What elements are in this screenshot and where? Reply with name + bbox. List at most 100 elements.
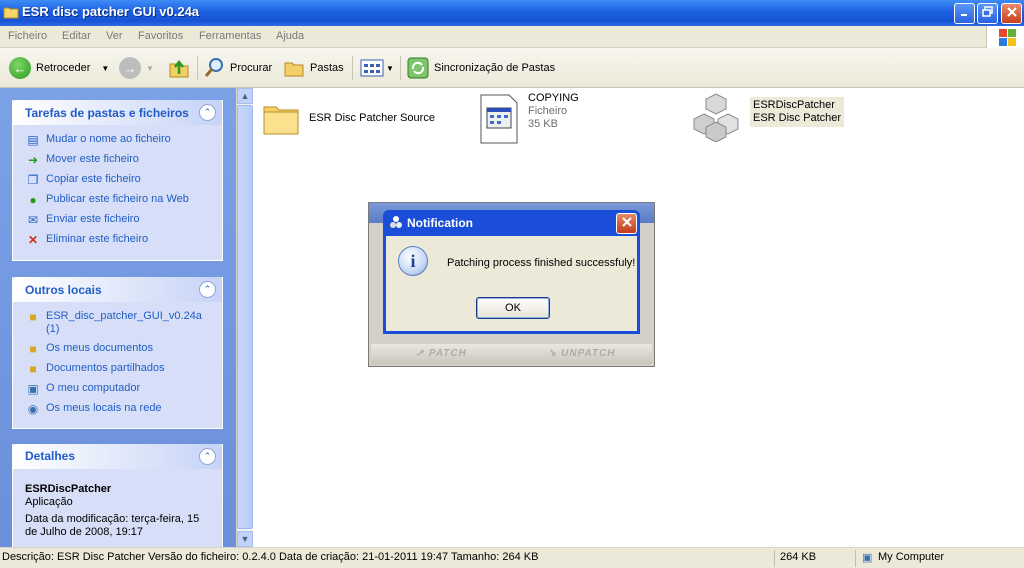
file-size: 35 KB	[528, 117, 558, 130]
windows-logo-icon	[986, 26, 1024, 48]
place-my-computer[interactable]: ▣ O meu computador	[25, 382, 212, 396]
place-computer-label[interactable]: O meu computador	[46, 382, 140, 395]
restore-icon	[982, 6, 993, 17]
task-delete-label[interactable]: Eliminar este ficheiro	[46, 233, 148, 246]
close-icon	[621, 217, 632, 227]
file-desc: ESR Disc Patcher	[753, 112, 842, 124]
place-parent-label[interactable]: ESR_disc_patcher_GUI_v0.24a (1)	[46, 310, 212, 336]
folders-button[interactable]: Pastas	[283, 56, 344, 80]
places-panel-header[interactable]: Outros locais ⌃	[13, 277, 222, 302]
delete-icon: ✕	[27, 233, 39, 247]
views-button[interactable]: ▼	[359, 56, 394, 80]
minimize-button[interactable]	[954, 3, 975, 24]
search-button[interactable]: Procurar	[203, 56, 272, 80]
scroll-down-icon[interactable]: ▼	[237, 531, 253, 547]
network-icon: ◉	[27, 402, 39, 416]
email-icon: ✉	[27, 213, 39, 227]
up-folder-button[interactable]	[168, 56, 190, 80]
task-move-label[interactable]: Mover este ficheiro	[46, 153, 139, 166]
folders-icon	[284, 62, 304, 77]
places-panel: Outros locais ⌃ ■ ESR_disc_patcher_GUI_v0…	[12, 277, 223, 429]
sync-folders-button[interactable]: Sincronização de Pastas	[407, 56, 555, 80]
place-network-label[interactable]: Os meus locais na rede	[46, 402, 162, 415]
restore-button[interactable]	[977, 3, 998, 24]
task-rename-label[interactable]: Mudar o nome ao ficheiro	[46, 133, 171, 146]
menu-ver[interactable]: Ver	[106, 30, 123, 42]
unpatch-button[interactable]: ➘ UNPATCH	[512, 344, 653, 364]
status-zone: My Computer	[878, 551, 945, 563]
status-size: 264 KB	[780, 551, 817, 563]
title-bar: ESR disc patcher GUI v0.24a	[0, 0, 1024, 26]
forward-button[interactable]: → ▼	[119, 56, 154, 80]
details-panel-title: Detalhes	[25, 449, 76, 463]
task-send-label[interactable]: Enviar este ficheiro	[46, 213, 140, 226]
app-cubes-icon	[693, 93, 739, 142]
close-icon	[1006, 7, 1017, 17]
folder-icon	[263, 106, 299, 135]
file-name: COPYING	[528, 91, 579, 104]
status-bar: Descrição: ESR Disc Patcher Versão do fi…	[0, 547, 1024, 568]
back-arrow-icon: ←	[9, 57, 31, 79]
task-copy-label[interactable]: Copiar este ficheiro	[46, 173, 141, 186]
details-name: ESRDiscPatcher	[25, 483, 112, 495]
ok-button[interactable]: OK	[476, 297, 550, 319]
file-name: ESRDiscPatcher	[753, 99, 835, 111]
details-panel: Detalhes ⌃ ESRDiscPatcher Aplicação Data…	[12, 444, 223, 547]
folder-icon	[3, 7, 19, 19]
patch-label: PATCH	[428, 348, 467, 359]
views-icon	[360, 59, 384, 77]
menu-ajuda[interactable]: Ajuda	[276, 30, 304, 42]
window-title: ESR disc patcher GUI v0.24a	[22, 4, 200, 19]
copy-icon: ❐	[27, 173, 39, 187]
patch-button[interactable]: ➚ PATCH	[371, 344, 512, 364]
sync-icon	[407, 57, 429, 79]
menu-ferramentas[interactable]: Ferramentas	[199, 30, 261, 42]
search-label: Procurar	[230, 62, 273, 74]
menu-ficheiro[interactable]: Ficheiro	[8, 30, 47, 42]
app-cubes-icon	[390, 216, 402, 228]
back-button[interactable]: ← Retroceder ▼	[9, 56, 109, 80]
place-documents-label[interactable]: Os meus documentos	[46, 342, 153, 355]
dialog-message: Patching process finished successfuly!	[447, 257, 636, 269]
file-item-source-folder[interactable]: ESR Disc Patcher Source	[261, 98, 435, 138]
computer-icon: ▣	[27, 382, 39, 396]
task-publish-label[interactable]: Publicar este ficheiro na Web	[46, 193, 189, 206]
place-network[interactable]: ◉ Os meus locais na rede	[25, 402, 212, 416]
file-item-copying[interactable]: COPYING Ficheiro 35 KB	[478, 91, 579, 144]
task-copy[interactable]: ❐ Copiar este ficheiro	[25, 173, 212, 187]
computer-icon: ▣	[862, 552, 873, 564]
text-file-icon	[480, 94, 518, 144]
task-move[interactable]: ➜ Mover este ficheiro	[25, 153, 212, 167]
scroll-thumb[interactable]	[237, 105, 253, 529]
forward-dropdown-icon: ▼	[146, 63, 154, 73]
collapse-chevron-icon[interactable]: ⌃	[199, 448, 216, 465]
forward-arrow-icon: →	[119, 57, 141, 79]
file-item-esrdiscpatcher[interactable]: ESRDiscPatcher ESR Disc Patcher	[690, 92, 845, 142]
views-dropdown-icon[interactable]: ▼	[386, 64, 394, 73]
menu-favoritos[interactable]: Favoritos	[138, 30, 183, 42]
menu-editar[interactable]: Editar	[62, 30, 91, 42]
place-shared-documents[interactable]: ■ Documentos partilhados	[25, 362, 212, 376]
task-pane-scrollbar[interactable]: ▲ ▼	[236, 88, 253, 547]
place-parent-folder[interactable]: ■ ESR_disc_patcher_GUI_v0.24a (1)	[25, 310, 212, 336]
folder-icon: ■	[29, 310, 37, 324]
task-delete[interactable]: ✕ Eliminar este ficheiro	[25, 233, 212, 247]
place-my-documents[interactable]: ■ Os meus documentos	[25, 342, 212, 356]
collapse-chevron-icon[interactable]: ⌃	[199, 281, 216, 298]
scroll-up-icon[interactable]: ▲	[237, 88, 253, 104]
close-button[interactable]	[1001, 3, 1022, 24]
place-shared-label[interactable]: Documentos partilhados	[46, 362, 165, 375]
task-publish-web[interactable]: ● Publicar este ficheiro na Web	[25, 193, 212, 207]
dialog-title: Notification	[407, 216, 473, 230]
dialog-close-button[interactable]	[616, 213, 637, 234]
back-dropdown-icon[interactable]: ▼	[101, 64, 109, 73]
task-rename[interactable]: ▤ Mudar o nome ao ficheiro	[25, 133, 212, 147]
details-panel-header[interactable]: Detalhes ⌃	[13, 444, 222, 469]
collapse-chevron-icon[interactable]: ⌃	[199, 104, 216, 121]
task-send[interactable]: ✉ Enviar este ficheiro	[25, 213, 212, 227]
toolbar: ← Retroceder ▼ → ▼ Procurar Pastas ▼ Sin…	[0, 48, 1024, 88]
tasks-panel-header[interactable]: Tarefas de pastas e ficheiros ⌃	[13, 100, 222, 125]
tasks-panel-title: Tarefas de pastas e ficheiros	[25, 106, 189, 120]
folders-label: Pastas	[310, 62, 344, 74]
rename-icon: ▤	[27, 133, 39, 147]
